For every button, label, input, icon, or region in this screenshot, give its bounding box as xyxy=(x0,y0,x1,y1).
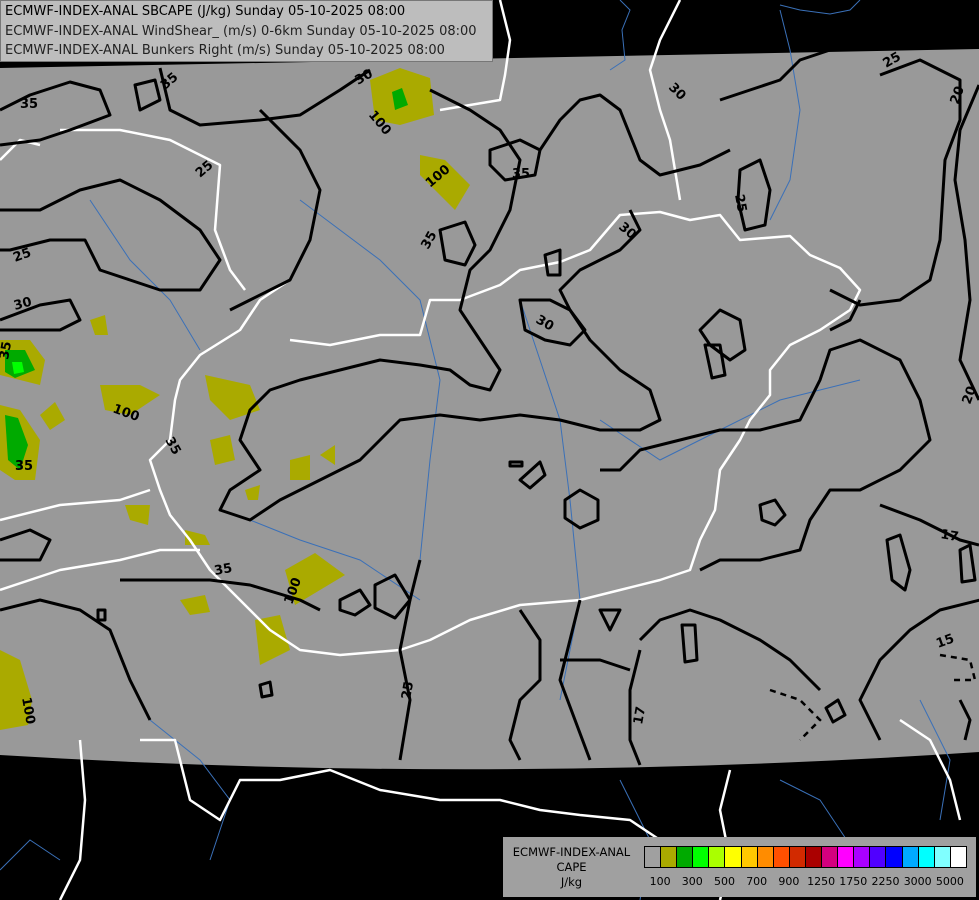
legend-swatch xyxy=(918,847,935,867)
legend-swatch xyxy=(693,847,710,867)
contour-label: 17 xyxy=(939,527,959,545)
legend-tick-label: 500 xyxy=(714,875,735,888)
contour-label: 35 xyxy=(512,167,530,182)
legend-swatch xyxy=(805,847,823,867)
legend-tick-label: 2250 xyxy=(871,875,900,888)
legend-tick-label: 700 xyxy=(746,875,768,888)
legend-swatch xyxy=(773,847,790,867)
legend-tick-label: 1750 xyxy=(839,875,868,888)
legend-swatch xyxy=(645,847,662,867)
legend-swatch xyxy=(902,847,919,867)
legend-swatch xyxy=(741,847,758,867)
map-title-box: ECMWF-INDEX-ANAL SBCAPE (J/kg) Sunday 05… xyxy=(0,0,493,62)
legend-swatch xyxy=(677,847,694,867)
contour-label: 35 xyxy=(15,459,33,474)
cape-500-areas xyxy=(12,362,24,374)
weather-map: 35 35 25 30 100 100 35 30 25 20 25 30 30… xyxy=(0,0,979,900)
legend-swatch xyxy=(789,847,806,867)
legend-title: ECMWF-INDEX-ANAL CAPE J/kg xyxy=(503,845,640,890)
legend-tick-label: 300 xyxy=(681,875,703,888)
contour-label: 35 xyxy=(213,561,233,579)
legend-swatch xyxy=(661,847,678,867)
contour-label: 25 xyxy=(399,680,417,700)
legend-swatch xyxy=(950,847,966,867)
legend-tick-label: 900 xyxy=(778,875,800,888)
legend-swatch xyxy=(838,847,855,867)
legend-tick-label: 1250 xyxy=(807,875,836,888)
legend-swatch xyxy=(934,847,951,867)
contour-label: 25 xyxy=(731,193,749,213)
legend-tick-label: 3000 xyxy=(903,875,932,888)
legend-swatch xyxy=(709,847,726,867)
legend-tick-labels: 100 300 500 700 900 1250 1750 2250 3000 5000 xyxy=(644,875,964,891)
legend-swatch xyxy=(757,847,774,867)
legend-swatch xyxy=(854,847,871,867)
legend-tick-label: 5000 xyxy=(935,875,964,888)
contour-label: 17 xyxy=(631,705,649,725)
legend-title-variable: CAPE xyxy=(556,860,587,874)
legend-title-source: ECMWF-INDEX-ANAL xyxy=(512,845,631,859)
legend-swatch xyxy=(725,847,742,867)
legend-swatch xyxy=(886,847,903,867)
legend-color-scale xyxy=(644,846,967,868)
contour-label: 35 xyxy=(20,97,38,112)
legend-swatch xyxy=(822,847,839,867)
title-windshear: ECMWF-INDEX-ANAL WindShear_ (m/s) 0-6km … xyxy=(5,23,477,39)
title-sbcape: ECMWF-INDEX-ANAL SBCAPE (J/kg) Sunday 05… xyxy=(5,4,406,19)
legend-title-units: J/kg xyxy=(560,875,583,889)
title-bunkers-right: ECMWF-INDEX-ANAL Bunkers Right (m/s) Sun… xyxy=(5,43,445,58)
legend-swatch xyxy=(870,847,887,867)
cape-legend: ECMWF-INDEX-ANAL CAPE J/kg 100 300 500 700 9… xyxy=(503,837,976,897)
legend-tick-label: 100 xyxy=(649,875,671,888)
